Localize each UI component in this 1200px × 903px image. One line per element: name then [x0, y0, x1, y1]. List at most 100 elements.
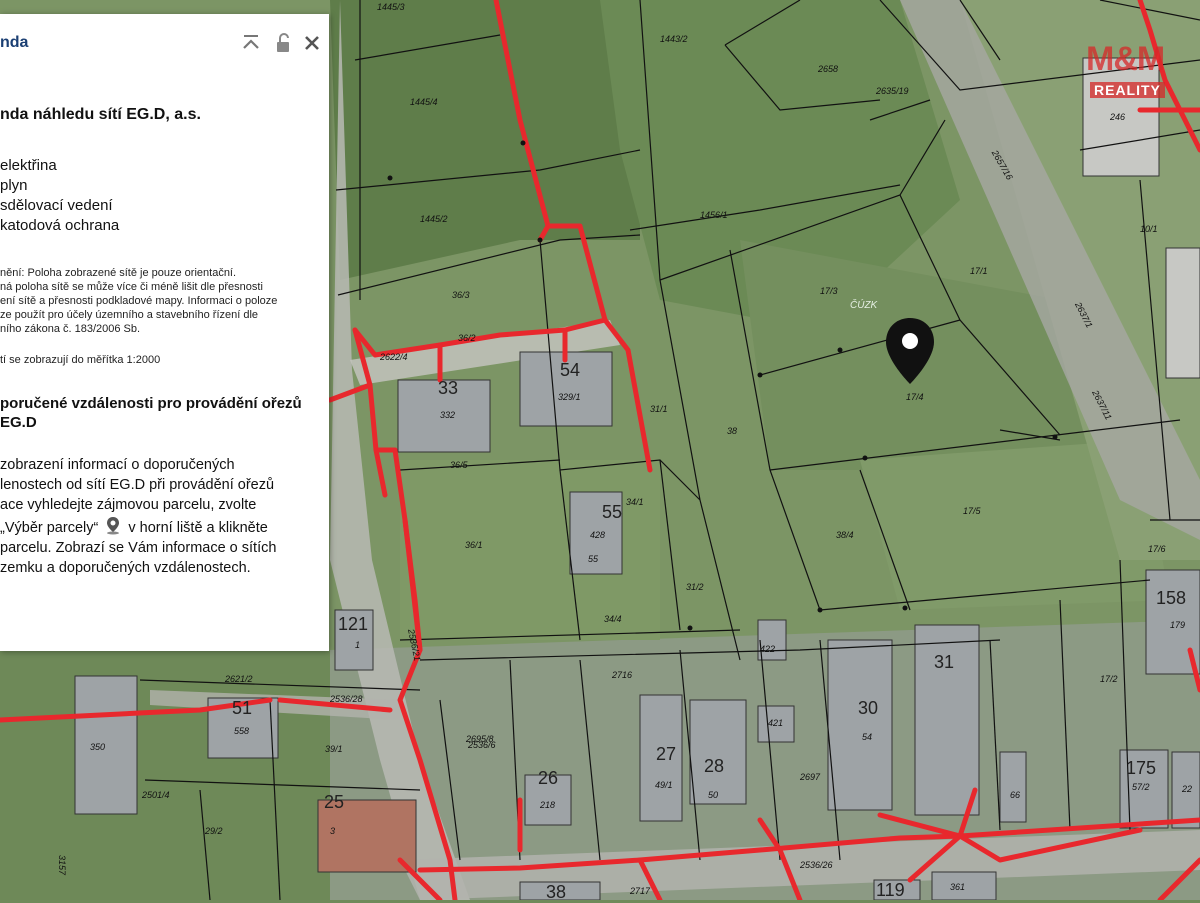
legend-item-electricity: elektřina: [0, 157, 57, 174]
road-label: 2622/4: [380, 352, 408, 362]
road-label: 2536/28: [330, 694, 363, 704]
house-number: 27: [656, 744, 677, 764]
parcel-label: 39/1: [325, 744, 343, 754]
parcel-label: 38: [727, 426, 738, 436]
parcel-label: 350: [90, 742, 106, 752]
building-350: [74, 675, 138, 815]
parcel-label: 50: [708, 790, 719, 800]
subheading-line: EG.D: [0, 414, 37, 431]
subheading-line: poručené vzdálenosti pro provádění ořezů: [0, 395, 302, 412]
parcel-label: 421: [768, 718, 784, 728]
parcel-label: 54: [862, 732, 873, 742]
legend-panel: nda nda náhledu sítí EG.D, a.s. elektřin…: [0, 14, 329, 651]
parcel-label: 36/1: [465, 540, 483, 550]
parcel-label: 361: [950, 882, 966, 892]
close-icon[interactable]: [301, 32, 323, 54]
parcel-label: 31/2: [686, 582, 704, 592]
parcel-label: 3: [330, 826, 336, 836]
house-number: 30: [858, 698, 879, 718]
legend-heading: nda náhledu sítí EG.D, a.s.: [0, 106, 201, 123]
parcel-label: 558: [234, 726, 250, 736]
parcel-label: 1445/2: [420, 214, 448, 224]
building-422: [757, 619, 787, 661]
parcel-label: 179: [1170, 620, 1186, 630]
house-number: 51: [232, 698, 253, 718]
parcel-label: 36/5: [450, 460, 468, 470]
parcel-label: 422: [760, 644, 776, 654]
logo-text: M&M: [1086, 40, 1165, 78]
legend-item-telecom: sdělovací vedení: [0, 197, 113, 214]
legend-title: nda: [0, 34, 29, 51]
parcel-label: 17/4: [906, 392, 924, 402]
legend-subheading: poručené vzdálenosti pro provádění ořezů…: [0, 394, 326, 432]
parcel-label: 2635/19: [876, 86, 909, 96]
info-text: v horní liště a klikněte: [128, 520, 268, 536]
info-line: ace vyhledejte zájmovou parcelu, zvolte: [0, 497, 257, 513]
house-number: 25: [324, 792, 345, 812]
legend-scale-note: tí se zobrazují do měřítka 1:2000: [0, 354, 161, 366]
unlock-icon[interactable]: [272, 32, 294, 54]
parcel-label: 1443/2: [660, 34, 688, 44]
road-label: 2536/26: [800, 860, 833, 870]
parcel-label: 17/6: [1148, 544, 1166, 554]
parcel-label: 29/2: [205, 826, 223, 836]
house-number: 28: [704, 756, 725, 776]
parcel-label: 17/1: [970, 266, 988, 276]
map-vegetation-patch: [0, 650, 330, 900]
map-watermark: ČÚZK: [850, 300, 878, 311]
legend-items: elektřina plyn sdělovací vedení katodová…: [0, 156, 119, 236]
road-label: 2621/2: [225, 674, 253, 684]
parcel-label: 1445/4: [410, 97, 438, 107]
disclaimer-line: ná poloha sítě se může více či méně liši…: [0, 281, 263, 293]
building-28: [689, 699, 747, 805]
parcel-label: 31/1: [650, 404, 668, 414]
info-line: parcelu. Zobrazí se Vám informace o sítí…: [0, 540, 277, 556]
road-label: 2717: [630, 886, 651, 896]
house-number: 175: [1126, 758, 1157, 778]
parcel-label: 1445/3: [377, 2, 405, 12]
building-right: [1165, 247, 1200, 379]
house-number: 26: [538, 768, 559, 788]
road-label: 2501/4: [142, 790, 170, 800]
road-label: 2695/8: [466, 734, 494, 744]
parcel-label: 36/3: [452, 290, 470, 300]
house-number: 33: [438, 378, 459, 398]
parcel-label: 246: [1110, 112, 1126, 122]
parcel-label: 2697: [800, 772, 821, 782]
parcel-label: 57/2: [1132, 782, 1150, 792]
parcel-label: 1: [355, 640, 361, 650]
parcel-label: 2716: [612, 670, 633, 680]
disclaimer-line: nění: Poloha zobrazené sítě je pouze ori…: [0, 267, 237, 279]
legend-item-cathodic: katodová ochrana: [0, 217, 120, 234]
parcel-label: 34/4: [604, 614, 622, 624]
house-number: 119: [876, 880, 905, 900]
location-pin-icon[interactable]: [884, 316, 936, 386]
logo-subtext: REALITY: [1090, 82, 1165, 98]
parcel-label: 36/2: [458, 333, 476, 343]
collapse-up-icon[interactable]: [240, 32, 262, 54]
info-line: zobrazení informací o doporučených: [0, 457, 235, 473]
legend-info: zobrazení informací o doporučených lenos…: [0, 455, 326, 578]
parcel-label: 332: [440, 410, 456, 420]
house-number: 121: [338, 614, 369, 634]
parcel-label: 218: [540, 800, 556, 810]
parcel-label: 38/4: [836, 530, 854, 540]
road-label: 3157: [57, 854, 68, 876]
house-number: 55: [602, 502, 623, 522]
legend-disclaimer: nění: Poloha zobrazené sítě je pouze ori…: [0, 266, 320, 336]
realty-logo: M&M REALITY: [1086, 40, 1200, 102]
parcel-label: 17/2: [1100, 674, 1118, 684]
house-number: 54: [560, 360, 581, 380]
parcel-label: 66: [1010, 790, 1021, 800]
parcel-label: 1456/1: [700, 210, 728, 220]
parcel-label: 2658: [818, 64, 839, 74]
parcel-label: 34/1: [626, 497, 644, 507]
parcel-label: 428: [590, 530, 606, 540]
info-line: zemku a doporučených vzdálenostech.: [0, 560, 251, 576]
parcel-label: 55: [588, 554, 599, 564]
disclaimer-line: ení sítě a přesnosti podkladové mapy. In…: [0, 295, 278, 307]
parcel-label: 49/1: [655, 780, 673, 790]
parcel-label: 329/1: [558, 392, 581, 402]
info-text: „Výběr parcely“: [0, 520, 99, 536]
house-number: 31: [934, 652, 955, 672]
